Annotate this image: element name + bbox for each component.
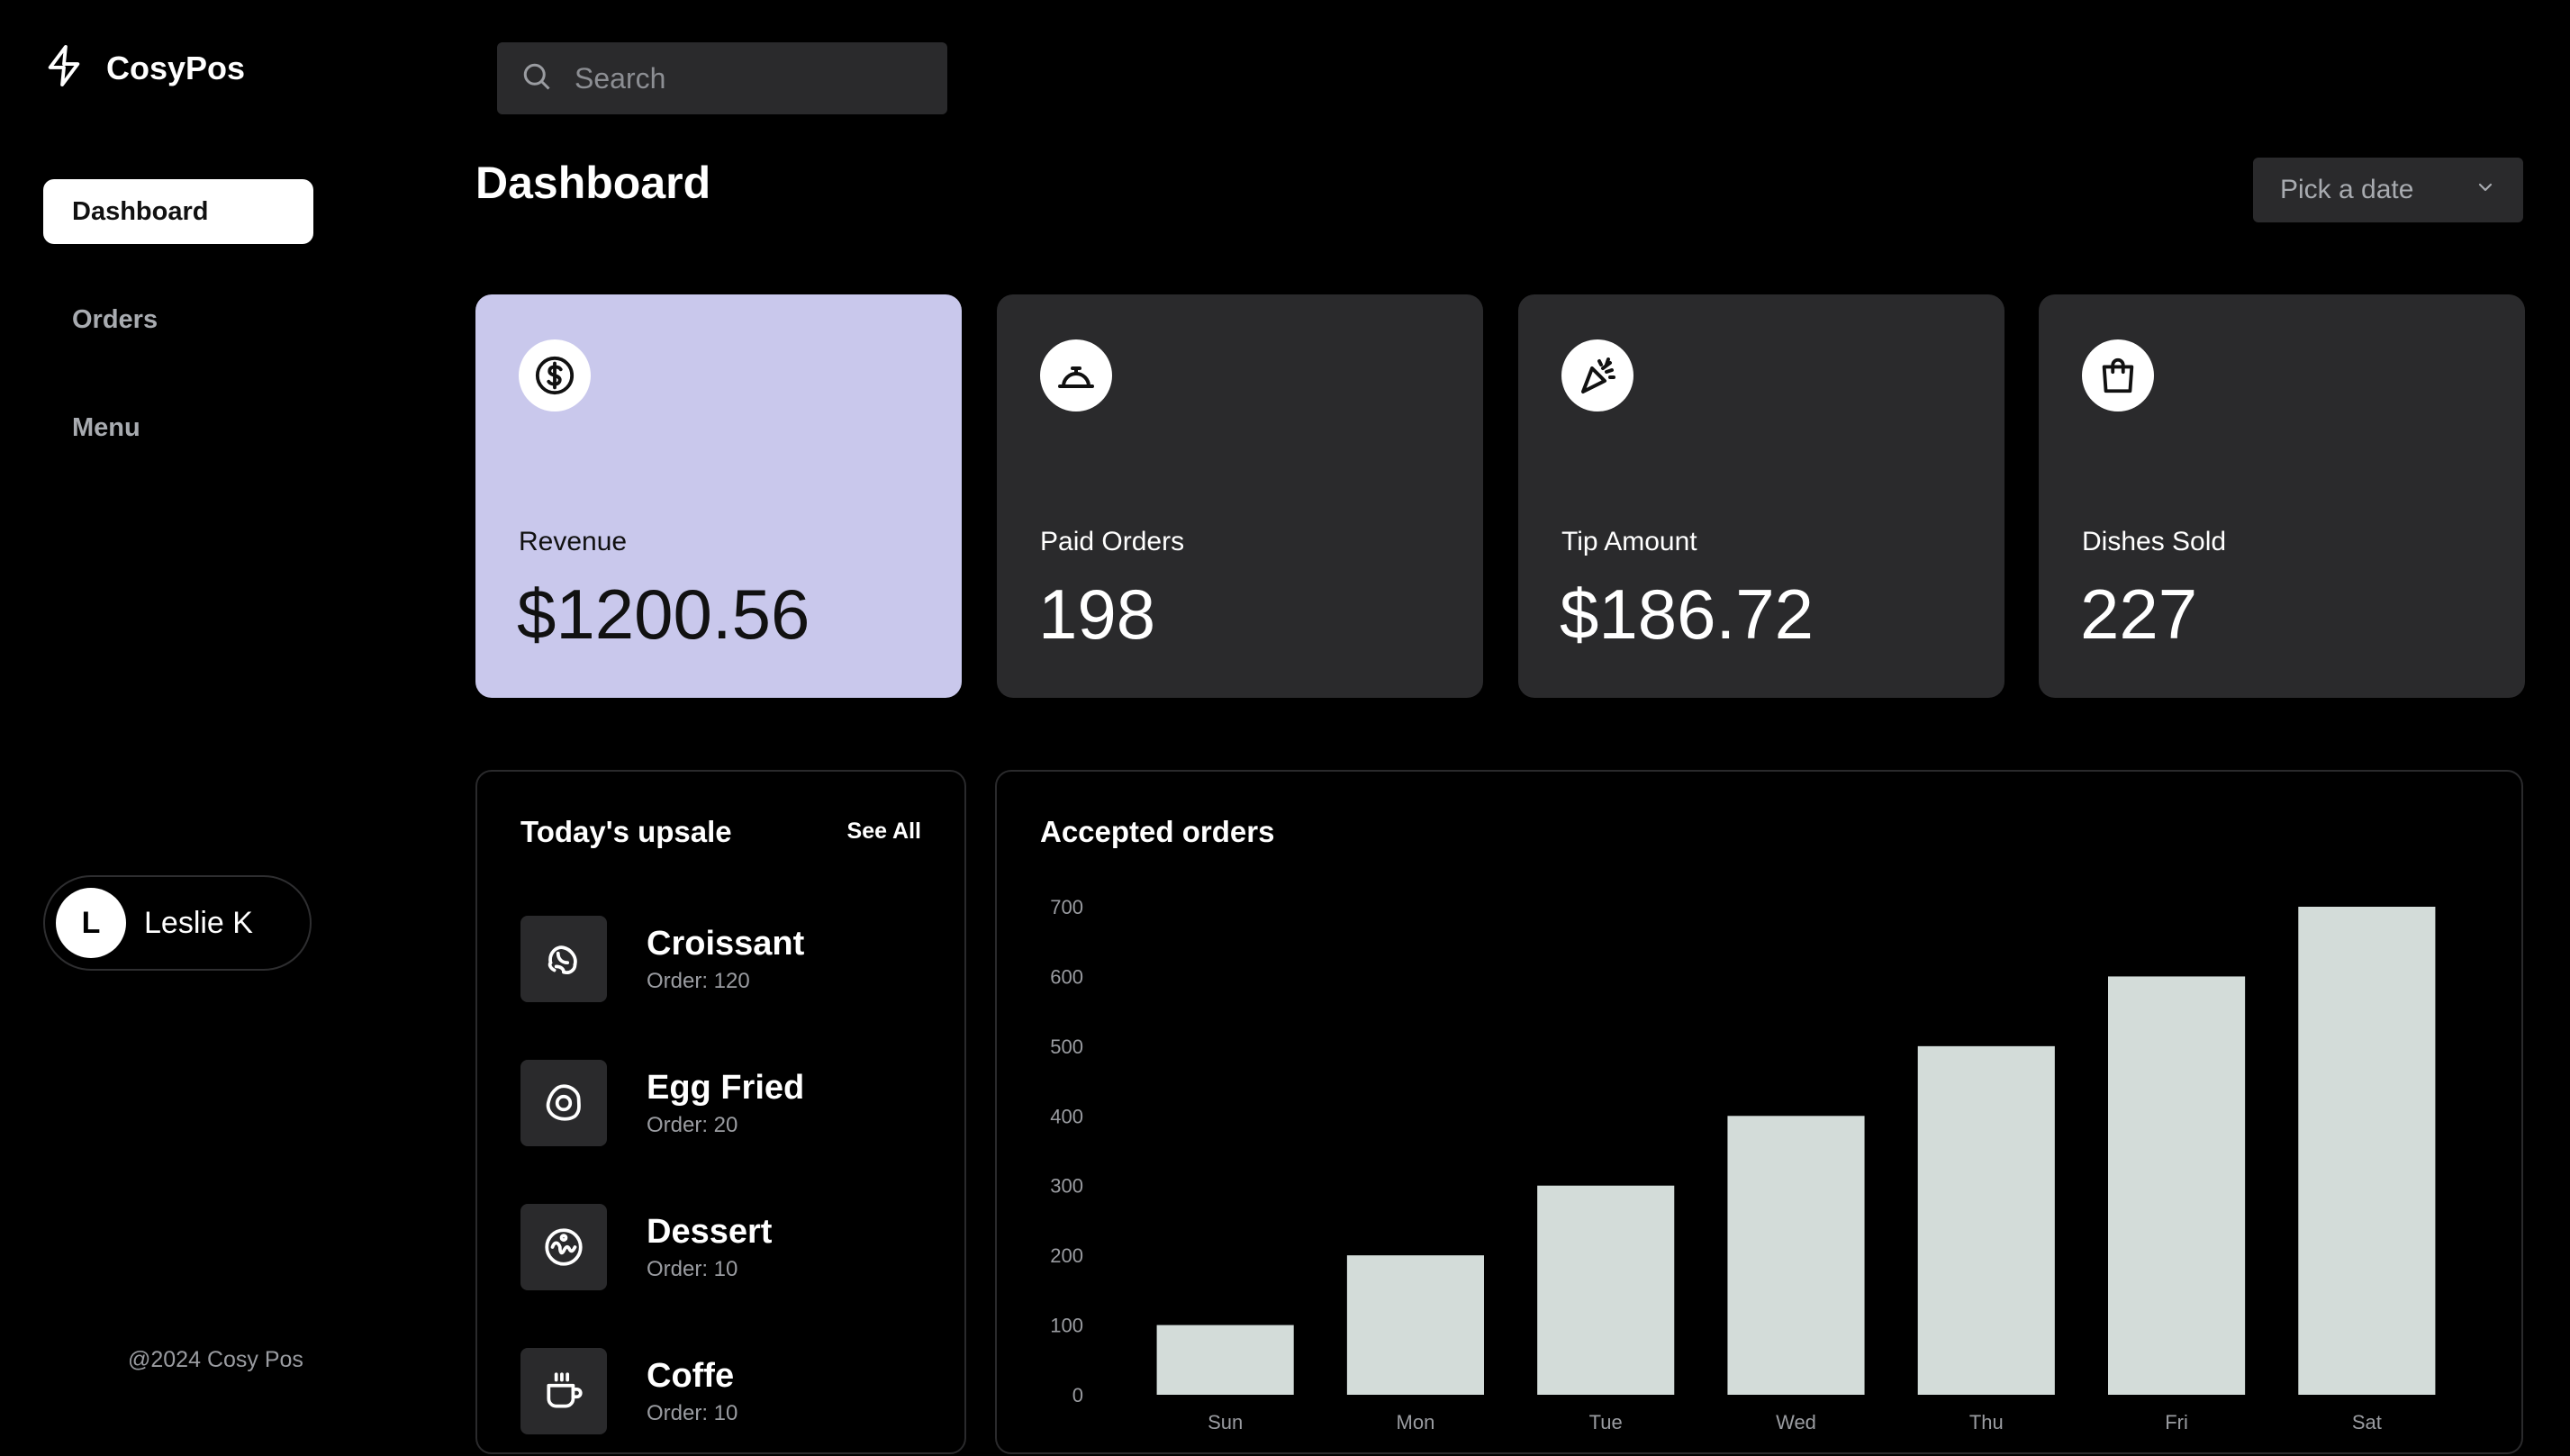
sidebar-item-dashboard[interactable]: Dashboard [43, 179, 313, 244]
item-order-count: Order: 10 [647, 1256, 738, 1281]
accepted-orders-panel: Accepted orders 0 100 200 300 400 500 600 700 Su… [995, 770, 2523, 1454]
bolt-icon [43, 43, 85, 93]
sidebar-item-label: Dashboard [72, 196, 209, 226]
y-tick-label: 0 [1072, 1384, 1083, 1406]
chart-bar[interactable] [1537, 1185, 1675, 1395]
y-tick-label: 200 [1050, 1244, 1083, 1267]
stat-card-paid-orders: Paid Orders 198 [997, 294, 1483, 698]
item-name: Egg Fried [647, 1068, 805, 1107]
brand-logo[interactable]: CosyPos [43, 43, 245, 93]
y-tick-label: 500 [1050, 1035, 1083, 1058]
chevron-down-icon [2475, 175, 2496, 205]
chart-bar[interactable] [1156, 1325, 1294, 1395]
y-tick-label: 300 [1050, 1175, 1083, 1198]
y-tick-label: 700 [1050, 896, 1083, 918]
stat-value: 198 [1038, 574, 1156, 654]
search-icon [520, 60, 553, 97]
list-item[interactable]: Dessert Order: 10 [520, 1204, 772, 1290]
chart-bar[interactable] [1346, 1255, 1484, 1395]
stat-label: Revenue [519, 527, 628, 556]
sidebar-item-menu[interactable]: Menu [43, 395, 313, 460]
stat-card-tip-amount: Tip Amount $186.72 [1518, 294, 2004, 698]
list-item[interactable]: Croissant Order: 120 [520, 916, 804, 1002]
chart-bar[interactable] [1727, 1116, 1865, 1395]
page-title: Dashboard [475, 158, 711, 208]
user-profile[interactable]: L Leslie K [43, 875, 312, 971]
service-bell-icon [1040, 339, 1112, 411]
stat-label: Paid Orders [1040, 527, 1185, 556]
date-picker-label: Pick a date [2280, 175, 2414, 204]
user-name: Leslie K [144, 905, 253, 940]
party-popper-icon [1561, 339, 1633, 411]
item-order-count: Order: 10 [647, 1400, 738, 1425]
egg-fried-icon [520, 1060, 607, 1146]
stat-label: Tip Amount [1561, 527, 1697, 556]
shopping-bag-icon [2082, 339, 2154, 411]
sidebar-item-label: Menu [72, 412, 140, 442]
footer-copyright: @2024 Cosy Pos [128, 1347, 303, 1372]
item-name: Croissant [647, 924, 805, 963]
y-tick-label: 100 [1050, 1315, 1083, 1337]
coffee-icon [520, 1348, 607, 1434]
croissant-icon [520, 916, 607, 1002]
brand-name: CosyPos [106, 49, 246, 86]
y-tick-label: 600 [1050, 965, 1083, 988]
chart-bar[interactable] [2108, 976, 2246, 1395]
y-tick-label: 400 [1050, 1105, 1083, 1127]
sidebar-item-label: Orders [72, 304, 158, 334]
upsale-panel: Today's upsale See All Croissant Order: … [475, 770, 966, 1454]
search-bar[interactable] [497, 42, 947, 114]
avatar: L [56, 888, 126, 958]
date-picker-button[interactable]: Pick a date [2253, 158, 2523, 222]
see-all-link[interactable]: See All [847, 818, 921, 845]
item-order-count: Order: 120 [647, 968, 750, 993]
item-name: Dessert [647, 1212, 773, 1251]
upsale-title: Today's upsale [520, 815, 732, 848]
accepted-orders-chart: 0100200300400500600700Sun Mon Tue Wed Thu Fri… [1050, 896, 2436, 1433]
chart-bar[interactable] [2298, 907, 2436, 1395]
list-item[interactable]: Egg Fried Order: 20 [520, 1060, 804, 1146]
dessert-icon [520, 1204, 607, 1290]
stat-label: Dishes Sold [2082, 527, 2227, 556]
item-name: Coffe [647, 1356, 735, 1395]
dollar-circle-icon [519, 339, 591, 411]
stat-card-revenue: Revenue $1200.56 [475, 294, 962, 698]
search-input[interactable] [573, 60, 919, 96]
stat-value: 227 [2080, 574, 2198, 654]
stat-value: $186.72 [1560, 574, 1814, 654]
list-item[interactable]: Coffe Order: 10 [520, 1348, 738, 1434]
stat-card-dishes-sold: Dishes Sold 227 [2039, 294, 2525, 698]
sidebar-item-orders[interactable]: Orders [43, 287, 313, 352]
item-order-count: Order: 20 [647, 1112, 738, 1137]
stat-value: $1200.56 [517, 574, 810, 654]
chart-bar[interactable] [1917, 1045, 2055, 1395]
